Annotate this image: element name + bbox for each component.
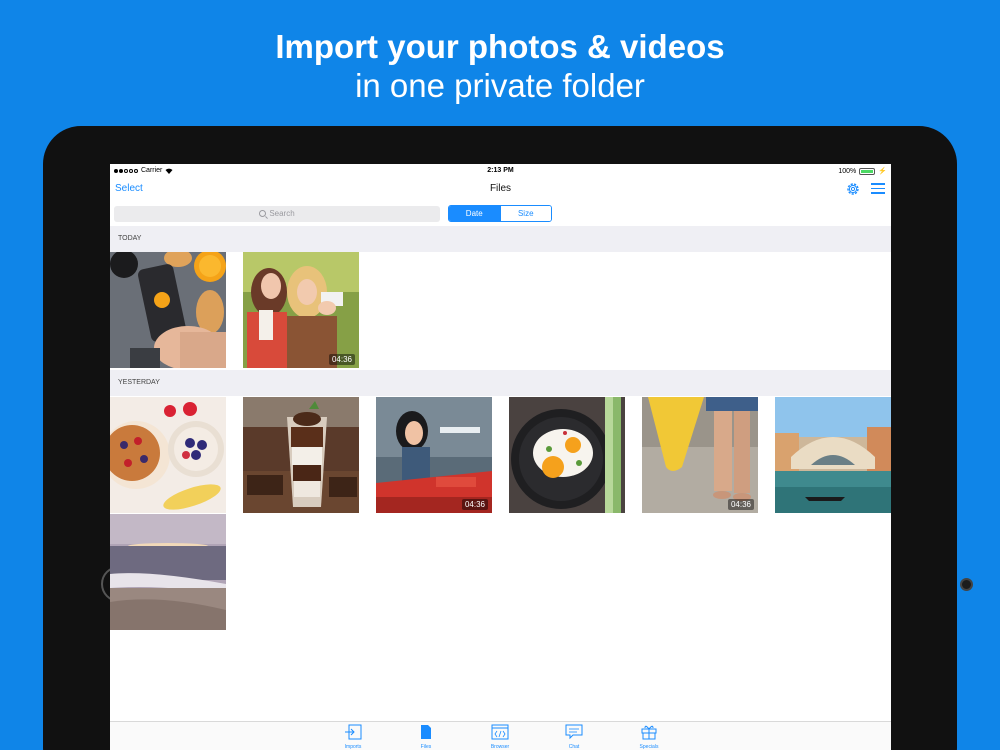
sort-size-button[interactable]: Size <box>499 206 551 221</box>
video-duration: 04:36 <box>461 499 488 510</box>
section-header-today: TODAY <box>110 226 891 252</box>
tab-browser[interactable]: Browser <box>480 724 520 750</box>
tab-label: Chat <box>568 744 580 750</box>
video-thumbnail[interactable]: 04:36 <box>376 397 492 513</box>
menu-icon[interactable] <box>871 183 885 194</box>
browser-icon <box>491 724 509 740</box>
search-row: Search Date Size <box>110 200 891 226</box>
chat-icon <box>565 724 583 740</box>
tab-files[interactable]: Files <box>406 724 446 750</box>
import-icon <box>344 724 362 740</box>
gear-icon[interactable] <box>845 181 861 197</box>
app-screen: Carrier 2:13 PM 100% ⚡ Select Files Sear… <box>110 164 891 750</box>
battery-percent: 100% <box>838 167 857 175</box>
tab-bar: Imports Files Browser Chat Specials <box>110 721 891 750</box>
photo-thumbnail[interactable] <box>243 397 359 513</box>
video-thumbnail[interactable]: 04:36 <box>243 252 359 368</box>
status-time: 2:13 PM <box>487 167 514 174</box>
tab-label: Browser <box>490 744 510 750</box>
video-thumbnail[interactable]: 04:36 <box>642 397 758 513</box>
photo-thumbnail[interactable] <box>509 397 625 513</box>
photo-thumbnail[interactable] <box>775 397 891 513</box>
search-placeholder: Search <box>269 209 295 218</box>
search-icon <box>259 210 267 217</box>
battery-icon <box>859 167 876 175</box>
photo-thumbnail[interactable] <box>110 252 226 368</box>
photo-thumbnail[interactable] <box>110 397 226 513</box>
gift-icon <box>640 724 658 740</box>
headline-line-2: in one private folder <box>355 67 645 104</box>
photo-thumbnail[interactable] <box>110 514 226 630</box>
tab-label: Specials <box>639 744 659 750</box>
charging-icon: ⚡ <box>878 168 887 175</box>
video-duration: 04:36 <box>328 354 355 365</box>
video-duration: 04:36 <box>727 499 754 510</box>
tab-chat[interactable]: Chat <box>554 724 594 750</box>
nav-bar: Select Files <box>110 178 891 200</box>
tab-specials[interactable]: Specials <box>629 724 669 750</box>
page-title: Files <box>489 183 512 194</box>
search-input[interactable]: Search <box>114 206 440 222</box>
headline-line-1: Import your photos & videos <box>275 28 725 65</box>
sort-segmented-control: Date Size <box>448 205 552 222</box>
tab-label: Files <box>420 744 432 750</box>
file-icon <box>417 724 435 740</box>
tab-label: Imports <box>344 744 362 750</box>
status-bar: Carrier 2:13 PM 100% ⚡ <box>110 164 891 178</box>
section-header-yesterday: YESTERDAY <box>110 370 891 396</box>
tab-imports[interactable]: Imports <box>333 724 373 750</box>
camera-icon <box>960 578 973 591</box>
sort-date-button[interactable]: Date <box>449 206 500 221</box>
promo-headline: Import your photos & videos in one priva… <box>0 28 1000 106</box>
